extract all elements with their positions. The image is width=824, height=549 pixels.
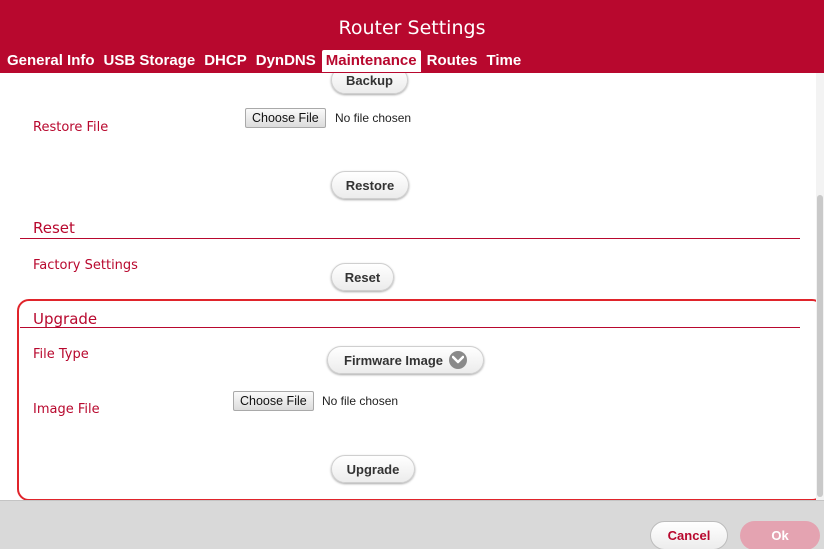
restore-choose-file-button[interactable]: Choose File (245, 108, 326, 128)
ok-button[interactable]: Ok (740, 521, 820, 549)
tab-usb-storage[interactable]: USB Storage (101, 50, 199, 72)
footer-bar: Cancel Ok (0, 500, 824, 549)
reset-divider (20, 238, 800, 239)
scrollbar-thumb[interactable] (817, 195, 823, 497)
reset-section-title: Reset (33, 219, 75, 237)
tab-routes[interactable]: Routes (424, 50, 481, 72)
restore-file-status: No file chosen (335, 111, 412, 125)
tab-dhcp[interactable]: DHCP (201, 50, 250, 72)
tab-dyndns[interactable]: DynDNS (253, 50, 319, 72)
tab-bar: General Info USB Storage DHCP DynDNS Mai… (4, 50, 527, 72)
backup-button[interactable]: Backup (331, 73, 408, 94)
cancel-button[interactable]: Cancel (650, 521, 728, 549)
tab-maintenance[interactable]: Maintenance (321, 50, 421, 72)
vertical-scrollbar[interactable] (816, 73, 824, 500)
factory-settings-label: Factory Settings (33, 258, 138, 273)
tab-general-info[interactable]: General Info (4, 50, 98, 72)
restore-button[interactable]: Restore (331, 171, 409, 199)
restore-file-label: Restore File (33, 120, 109, 135)
page-title: Router Settings (338, 17, 486, 39)
reset-button[interactable]: Reset (331, 263, 394, 291)
upgrade-highlight-box (17, 299, 824, 501)
header-bar: Router Settings General Info USB Storage… (0, 0, 824, 73)
tab-time[interactable]: Time (483, 50, 524, 72)
